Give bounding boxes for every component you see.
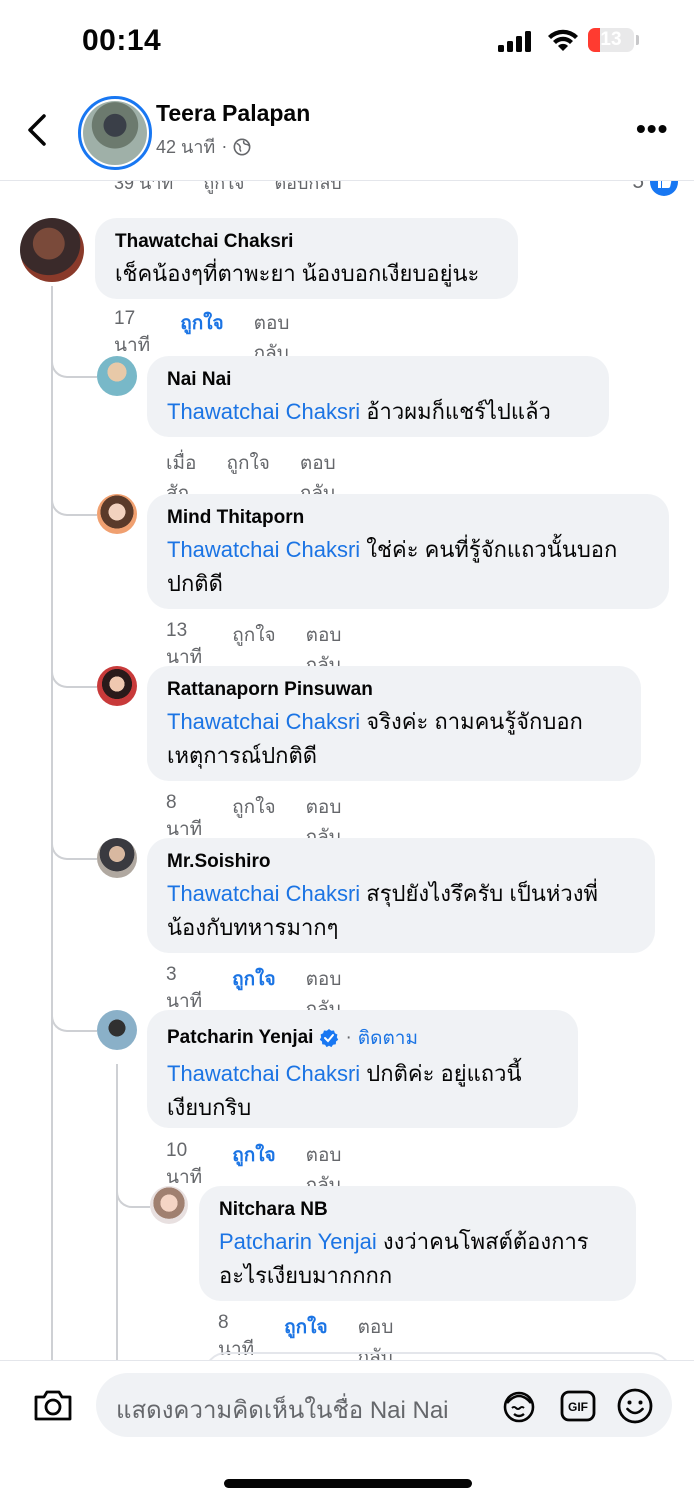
reply-connector	[51, 840, 97, 860]
mention-link[interactable]: Thawatchai Chaksri	[167, 399, 360, 424]
avatar[interactable]	[97, 1010, 137, 1050]
mention-link[interactable]: Thawatchai Chaksri	[167, 537, 360, 562]
comment-text: Thawatchai Chaksri ปกติค่ะ อยู่แถวนี้เงี…	[167, 1061, 522, 1120]
like-thumb-icon	[650, 180, 678, 196]
avatar[interactable]	[97, 666, 137, 706]
home-indicator[interactable]	[224, 1479, 472, 1488]
nested-thread-line	[116, 1064, 118, 1360]
mention-link[interactable]: Thawatchai Chaksri	[167, 881, 360, 906]
mention-link[interactable]: Thawatchai Chaksri	[167, 1061, 360, 1086]
comment-text: Thawatchai Chaksri อ้าวผมก็แชร์ไปแล้ว	[167, 399, 551, 424]
mention-link[interactable]: Thawatchai Chaksri	[167, 709, 360, 734]
svg-text:GIF: GIF	[568, 1400, 588, 1414]
globe-icon	[233, 138, 251, 155]
reply-connector	[51, 1012, 97, 1032]
comment-text: Thawatchai Chaksri จริงค่ะ ถามคนรู้จักบอ…	[167, 709, 583, 768]
avatar[interactable]	[97, 494, 137, 534]
battery-icon: 13	[588, 28, 634, 52]
like-action[interactable]: ถูกใจ	[203, 180, 244, 197]
comment-text: Thawatchai Chaksri ใช่ค่ะ คนที่รู้จักแถว…	[167, 537, 618, 596]
comment-input-placeholder: แสดงความคิดเห็นในชื่อ Nai Nai	[116, 1397, 449, 1424]
post-header: Teera Palapan 42 นาที · •••	[0, 84, 694, 181]
comment-bubble[interactable]: Rattanaporn Pinsuwan Thawatchai Chaksri …	[147, 666, 641, 781]
author-name[interactable]: Teera Palapan	[156, 100, 310, 127]
comment-author[interactable]: Thawatchai Chaksri	[115, 231, 498, 253]
comment-composer: แสดงความคิดเห็นในชื่อ Nai Nai GIF	[0, 1360, 694, 1501]
verified-badge-icon	[320, 1029, 339, 1048]
comment-author: Patcharin Yenjai · ติดตาม	[167, 1023, 558, 1053]
reply-action[interactable]: ตอบกลับ	[274, 180, 341, 197]
camera-icon[interactable]	[32, 1385, 74, 1425]
comment-bubble[interactable]: Thawatchai Chaksri เช็คน้องๆที่ตาพะยา น้…	[95, 218, 518, 299]
reply-connector	[116, 1188, 150, 1208]
comment-author[interactable]: Mr.Soishiro	[167, 851, 635, 873]
comment-bubble[interactable]: Mind Thitaporn Thawatchai Chaksri ใช่ค่ะ…	[147, 494, 669, 609]
reply-connector	[51, 496, 97, 516]
cellular-signal-icon	[498, 31, 531, 52]
comment-author[interactable]: Nitchara NB	[219, 1199, 616, 1221]
next-comment-peek	[204, 1352, 672, 1360]
comment-bubble[interactable]: Patcharin Yenjai · ติดตาม Thawatchai Cha…	[147, 1010, 578, 1128]
avatar[interactable]	[97, 838, 137, 878]
reply-connector	[51, 358, 97, 378]
mention-link[interactable]: Patcharin Yenjai	[219, 1229, 377, 1254]
thread-line	[51, 286, 53, 1360]
comment-author[interactable]: Nai Nai	[167, 369, 589, 391]
comment-input[interactable]: แสดงความคิดเห็นในชื่อ Nai Nai GIF	[96, 1373, 672, 1437]
battery-level: 13	[600, 29, 622, 50]
comment-time: 39 นาที	[114, 180, 174, 193]
comment-bubble[interactable]: Nitchara NB Patcharin Yenjai งงว่าคนโพสต…	[199, 1186, 636, 1301]
previous-comment-actions: 39 นาที ถูกใจ ตอบกลับ	[114, 180, 342, 197]
comment-bubble[interactable]: Nai Nai Thawatchai Chaksri อ้าวผมก็แชร์ไ…	[147, 356, 609, 437]
comment-bubble[interactable]: Mr.Soishiro Thawatchai Chaksri สรุปยังไง…	[147, 838, 655, 953]
post-time[interactable]: 42 นาที	[156, 132, 215, 161]
comment-text: Patcharin Yenjai งงว่าคนโพสต์ต้องการอะไร…	[219, 1229, 589, 1288]
more-icon[interactable]: •••	[636, 115, 668, 143]
avatar[interactable]	[150, 1186, 188, 1224]
comment-text: เช็คน้องๆที่ตาพะยา น้องบอกเงียบอยู่นะ	[115, 261, 480, 286]
avatar-sticker-icon[interactable]	[500, 1387, 538, 1425]
comment-text: Thawatchai Chaksri สรุปยังไงรึครับ เป็นห…	[167, 881, 598, 940]
comment-author[interactable]: Rattanaporn Pinsuwan	[167, 679, 621, 701]
comment-author[interactable]: Mind Thitaporn	[167, 507, 649, 529]
status-time: 00:14	[82, 24, 162, 57]
status-bar: 00:14 13	[0, 0, 694, 84]
reply-connector	[51, 668, 97, 688]
wifi-icon	[548, 29, 578, 51]
author-avatar[interactable]	[78, 96, 152, 170]
meta-separator: ·	[221, 136, 228, 156]
comments-feed[interactable]: 39 นาที ถูกใจ ตอบกลับ 5 Thawatchai Chaks…	[0, 180, 694, 1360]
avatar[interactable]	[97, 356, 137, 396]
post-meta: 42 นาที ·	[156, 132, 251, 161]
emoji-icon[interactable]	[616, 1387, 654, 1425]
like-count: 5	[632, 180, 678, 196]
back-chevron-icon[interactable]	[22, 110, 58, 150]
gif-icon[interactable]: GIF	[559, 1387, 597, 1425]
avatar[interactable]	[20, 218, 84, 282]
follow-link[interactable]: ติดตาม	[358, 1023, 418, 1053]
